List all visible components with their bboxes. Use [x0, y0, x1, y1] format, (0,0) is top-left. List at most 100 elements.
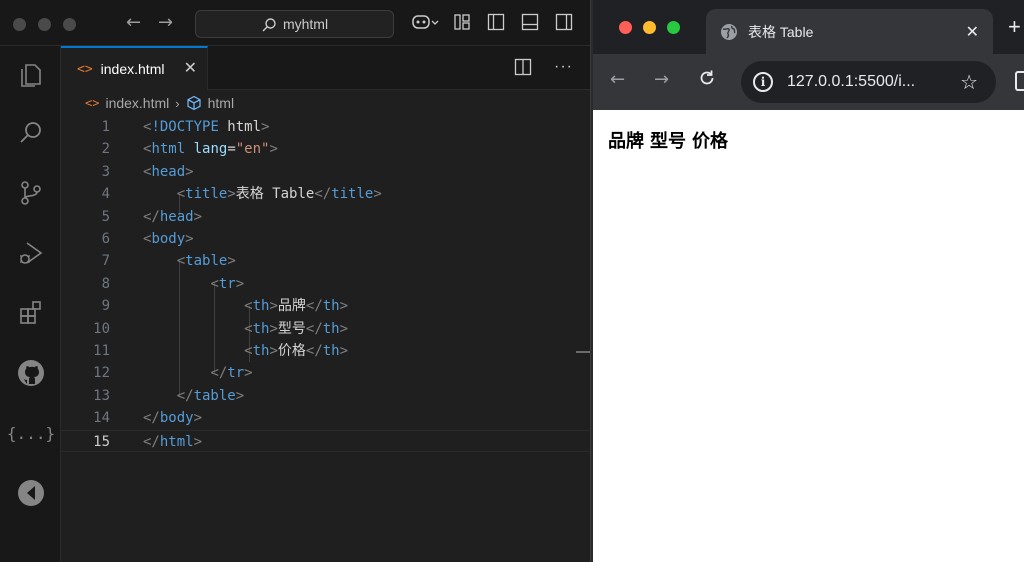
bookmark-star-icon[interactable]: ☆ — [960, 70, 978, 95]
close-icon[interactable]: ✕ — [184, 58, 197, 78]
code-text: <body> — [143, 228, 194, 250]
extensions-icon[interactable] — [1015, 71, 1024, 91]
new-tab-icon[interactable]: + — [1008, 14, 1021, 40]
code-line[interactable]: 13 </table> — [61, 385, 590, 407]
code-line[interactable]: 2 <html lang="en"> — [61, 138, 590, 160]
split-editor-icon[interactable] — [514, 58, 532, 76]
code-token: </ — [143, 433, 160, 450]
code-token: th — [252, 320, 270, 337]
browser-tab[interactable]: 表格 Table ✕ — [706, 9, 993, 54]
browser-tab-title: 表格 Table — [748, 23, 814, 40]
code-line[interactable]: 9 <th>品牌</th> — [61, 295, 590, 317]
scrollbar-thumb[interactable] — [576, 351, 590, 353]
close-icon[interactable]: ✕ — [966, 22, 979, 42]
code-token: body — [159, 410, 194, 427]
window-maximize-button[interactable] — [63, 18, 76, 31]
code-line[interactable]: 11 <th>价格</th> — [61, 340, 590, 362]
line-number: 5 — [101, 208, 110, 225]
more-actions-icon[interactable]: ··· — [554, 58, 573, 76]
window-maximize-button[interactable] — [667, 21, 680, 34]
code-token: </ — [305, 298, 323, 315]
command-center[interactable]: myhtml — [195, 10, 394, 38]
code-token: tr — [227, 365, 245, 382]
browser-window: 表格 Table ✕ + ← → i 127.0.0.1:5500/i... ☆… — [593, 0, 1024, 562]
layout-customize-icon[interactable] — [453, 13, 473, 33]
window-minimize-button[interactable] — [643, 21, 656, 34]
code-token: > — [193, 208, 203, 225]
code-token: > — [269, 141, 278, 158]
github-icon[interactable] — [14, 356, 48, 390]
code-token: > — [244, 365, 253, 382]
arrow-right-icon[interactable]: → — [654, 69, 669, 90]
code-line[interactable]: 8 <tr> — [61, 273, 590, 295]
code-token: </ — [176, 387, 194, 404]
search-icon[interactable] — [14, 116, 48, 150]
code-token: > — [227, 253, 236, 270]
tab-index-html[interactable]: <> index.html ✕ — [61, 46, 208, 90]
line-number: 2 — [101, 141, 110, 158]
line-number: 6 — [101, 231, 110, 247]
code-text: <th>价格</th> — [143, 340, 348, 362]
code-editor[interactable]: 1 <!DOCTYPE html> 2 <html lang="en"> 3 <head>… — [61, 116, 590, 562]
command-center-label: myhtml — [282, 16, 329, 32]
address-bar[interactable]: i 127.0.0.1:5500/i... ☆ — [741, 61, 996, 103]
breadcrumb-file[interactable]: index.html — [105, 95, 169, 111]
code-token: < — [244, 343, 253, 359]
code-token: th — [322, 343, 340, 359]
arrow-left-icon[interactable]: ← — [126, 12, 141, 33]
code-line[interactable]: 4 <title>表格 Table</title> — [61, 183, 590, 205]
code-line[interactable]: 7 <table> — [61, 250, 590, 272]
explorer-icon[interactable] — [14, 58, 48, 92]
toggle-panel-icon[interactable] — [521, 13, 541, 33]
code-line[interactable]: 3 <head> — [61, 161, 590, 183]
code-line[interactable]: 14 </body> — [61, 407, 590, 429]
vscode-titlebar: ← → myhtml — [0, 0, 590, 46]
chevron-right-icon: › — [175, 95, 180, 111]
code-text: </table> — [143, 385, 244, 407]
code-line[interactable]: 6 <body> — [61, 228, 590, 250]
address-url: 127.0.0.1:5500/i... — [787, 73, 916, 90]
copilot-icon[interactable] — [411, 13, 439, 33]
code-line[interactable]: 5 </head> — [61, 206, 590, 228]
code-token: > — [185, 163, 194, 180]
code-token: </ — [210, 365, 228, 382]
browser-tabstrip: 表格 Table ✕ + — [593, 0, 1024, 54]
site-info-icon[interactable]: i — [753, 72, 773, 92]
code-line[interactable]: 15 </html> — [61, 429, 590, 452]
reload-icon[interactable] — [698, 69, 716, 92]
code-line[interactable]: 1 <!DOCTYPE html> — [61, 116, 590, 138]
arrow-right-icon[interactable]: → — [158, 12, 173, 33]
window-close-button[interactable] — [619, 21, 632, 34]
code-token: < — [176, 186, 186, 203]
live-share-icon[interactable] — [14, 476, 48, 510]
code-line[interactable]: 12 </tr> — [61, 362, 590, 384]
line-number: 14 — [93, 410, 110, 427]
breadcrumb-element[interactable]: html — [208, 95, 234, 111]
toggle-primary-sidebar-icon[interactable] — [487, 13, 507, 33]
code-token: > — [185, 231, 194, 247]
json-icon[interactable]: {...} — [7, 416, 55, 450]
code-text: <th>型号</th> — [143, 318, 348, 340]
rendered-table: 品牌 型号 价格 — [608, 127, 734, 153]
line-number: 9 — [101, 298, 110, 315]
line-number: 15 — [93, 433, 110, 450]
code-token: th — [252, 343, 270, 359]
window-minimize-button[interactable] — [38, 18, 51, 31]
source-control-icon[interactable] — [14, 176, 48, 210]
code-token: head — [159, 208, 194, 225]
run-debug-icon[interactable] — [14, 236, 48, 270]
extensions-icon[interactable] — [14, 296, 48, 330]
window-close-button[interactable] — [13, 18, 26, 31]
code-token: </ — [143, 410, 160, 427]
code-token: > — [269, 298, 278, 315]
code-token: </ — [305, 343, 323, 359]
code-token: th — [322, 298, 340, 315]
code-line[interactable]: 10 <th>型号</th> — [61, 318, 590, 340]
toggle-secondary-sidebar-icon[interactable] — [555, 13, 575, 33]
table-header-brand: 品牌 — [608, 131, 644, 152]
tab-label: index.html — [100, 61, 165, 77]
activity-bar: {...} — [0, 46, 61, 562]
arrow-left-icon[interactable]: ← — [610, 69, 625, 90]
